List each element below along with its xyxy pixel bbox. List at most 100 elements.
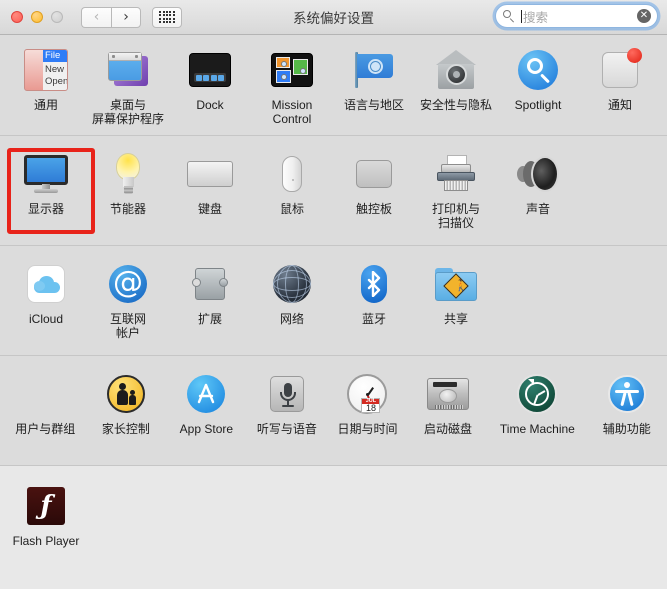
pref-internet-accounts[interactable]: @ 互联网 帐户 xyxy=(87,258,169,340)
pref-time-machine[interactable]: Time Machine xyxy=(488,368,586,436)
pref-sound[interactable]: 声音 xyxy=(497,148,579,216)
language-region-icon xyxy=(350,46,398,94)
icloud-icon xyxy=(22,260,70,308)
pref-row-third-party: ƒ Flash Player xyxy=(0,466,667,589)
notification-badge xyxy=(627,48,642,63)
pref-language-region[interactable]: 语言与地区 xyxy=(333,44,415,112)
search-field[interactable]: 搜索 ✕ xyxy=(495,4,658,28)
pref-label: 触控板 xyxy=(355,202,392,216)
pref-date-time[interactable]: JUL 18 日期与时间 xyxy=(327,368,408,436)
search-input[interactable]: 搜索 xyxy=(523,7,637,26)
pref-label: Mission Control xyxy=(271,98,313,126)
pref-label: 日期与时间 xyxy=(337,422,398,436)
pref-trackpad[interactable]: 触控板 xyxy=(333,148,415,216)
pref-label: 听写与语音 xyxy=(256,422,317,436)
trackpad-icon xyxy=(350,150,398,198)
flash-glyph: ƒ xyxy=(40,491,52,521)
accessibility-icon xyxy=(603,370,651,418)
pref-spotlight[interactable]: Spotlight xyxy=(497,44,579,112)
pref-label: 用户与群组 xyxy=(15,422,76,436)
forward-button[interactable]: › xyxy=(111,6,141,28)
pref-security-privacy[interactable]: 安全性与隐私 xyxy=(415,44,497,112)
pref-sharing[interactable]: 🚶 共享 xyxy=(415,258,497,326)
pref-label: Time Machine xyxy=(499,422,575,436)
pref-label: 通用 xyxy=(33,98,58,112)
pref-mouse[interactable]: 鼠标 xyxy=(251,148,333,216)
pref-startup-disk[interactable]: 启动磁盘 xyxy=(408,368,489,436)
printers-scanners-icon xyxy=(432,150,480,198)
pref-network[interactable]: 网络 xyxy=(251,258,333,326)
chevron-right-icon: › xyxy=(123,9,129,25)
pref-label: 互联网 帐户 xyxy=(109,312,146,340)
pref-label: 桌面与 屏幕保护程序 xyxy=(91,98,164,126)
pref-extensions[interactable]: 扩展 xyxy=(169,258,251,326)
sound-icon xyxy=(514,150,562,198)
pref-accessibility[interactable]: 辅助功能 xyxy=(587,368,667,436)
pref-label: 扩展 xyxy=(197,312,222,326)
pref-label: 网络 xyxy=(279,312,304,326)
preferences-grid: File New Open 通用 桌面与 屏幕保护程序 Dock Mission… xyxy=(0,35,667,589)
pref-keyboard[interactable]: 键盘 xyxy=(169,148,251,216)
navigation-buttons: ‹ › xyxy=(81,6,141,28)
date-time-icon: JUL 18 xyxy=(343,370,391,418)
flash-player-icon: ƒ xyxy=(22,482,70,530)
pref-energy-saver[interactable]: 节能器 xyxy=(87,148,169,216)
keyboard-icon xyxy=(186,150,234,198)
pref-label: 家长控制 xyxy=(101,422,150,436)
traffic-lights xyxy=(11,11,63,23)
pref-users-groups[interactable]: 用户与群组 xyxy=(5,368,86,436)
pref-label: 节能器 xyxy=(109,202,146,216)
pref-desktop-screensaver[interactable]: 桌面与 屏幕保护程序 xyxy=(87,44,169,126)
displays-icon xyxy=(22,150,70,198)
bluetooth-icon xyxy=(350,260,398,308)
spotlight-icon xyxy=(514,46,562,94)
time-machine-icon xyxy=(513,370,561,418)
pref-label: Spotlight xyxy=(514,98,562,112)
extensions-icon xyxy=(186,260,234,308)
pref-row-system: 用户与群组 家长控制 App Store 听写与语音 JUL 18 日期与时间 … xyxy=(0,356,667,466)
pref-notifications[interactable]: 通知 xyxy=(579,44,661,112)
pref-label: 键盘 xyxy=(197,202,222,216)
startup-disk-icon xyxy=(424,370,472,418)
show-all-button[interactable] xyxy=(152,6,182,28)
pref-label: Flash Player xyxy=(12,534,80,548)
minimize-button[interactable] xyxy=(31,11,43,23)
pref-label: 启动磁盘 xyxy=(424,422,473,436)
chevron-left-icon: ‹ xyxy=(93,9,100,25)
general-menu-title: File xyxy=(43,50,67,62)
parental-controls-icon xyxy=(102,370,150,418)
pref-app-store[interactable]: App Store xyxy=(166,368,247,436)
pref-row-internet: iCloud @ 互联网 帐户 扩展 网络 蓝牙 共享 xyxy=(0,246,667,356)
clear-search-icon[interactable]: ✕ xyxy=(637,9,651,23)
pref-row-hardware: 显示器 节能器 键盘 鼠标 触控板 打印机与 扫描仪 声音 xyxy=(0,136,667,246)
pref-label: 显示器 xyxy=(27,202,64,216)
pref-general[interactable]: File New Open 通用 xyxy=(5,44,87,112)
internet-accounts-icon: @ xyxy=(104,260,152,308)
text-caret xyxy=(521,9,522,23)
back-button[interactable]: ‹ xyxy=(81,6,111,28)
mission-control-icon xyxy=(268,46,316,94)
pref-dock[interactable]: Dock xyxy=(169,44,251,112)
pref-label: 语言与地区 xyxy=(343,98,404,112)
system-preferences-window: ‹ › 系统偏好设置 搜索 ✕ File New Open 通用 桌面与 屏幕保… xyxy=(0,0,667,589)
pref-mission-control[interactable]: Mission Control xyxy=(251,44,333,126)
pref-printers-scanners[interactable]: 打印机与 扫描仪 xyxy=(415,148,497,230)
pref-parental-controls[interactable]: 家长控制 xyxy=(86,368,167,436)
pref-bluetooth[interactable]: 蓝牙 xyxy=(333,258,415,326)
security-privacy-icon xyxy=(432,46,480,94)
pref-icloud[interactable]: iCloud xyxy=(5,258,87,326)
general-menu-item-new: New xyxy=(45,64,65,75)
pref-label: 辅助功能 xyxy=(602,422,651,436)
close-button[interactable] xyxy=(11,11,23,23)
zoom-button[interactable] xyxy=(51,11,63,23)
pref-label: 打印机与 扫描仪 xyxy=(431,202,480,230)
app-store-icon xyxy=(182,370,230,418)
mouse-icon xyxy=(268,150,316,198)
pref-displays[interactable]: 显示器 xyxy=(5,148,87,216)
title-bar: ‹ › 系统偏好设置 搜索 ✕ xyxy=(0,0,667,35)
sharing-icon: 🚶 xyxy=(432,260,480,308)
pref-flash-player[interactable]: ƒ Flash Player xyxy=(5,480,87,548)
pref-dictation-speech[interactable]: 听写与语音 xyxy=(247,368,328,436)
pref-label: 安全性与隐私 xyxy=(419,98,492,112)
grid-icon xyxy=(159,11,175,23)
